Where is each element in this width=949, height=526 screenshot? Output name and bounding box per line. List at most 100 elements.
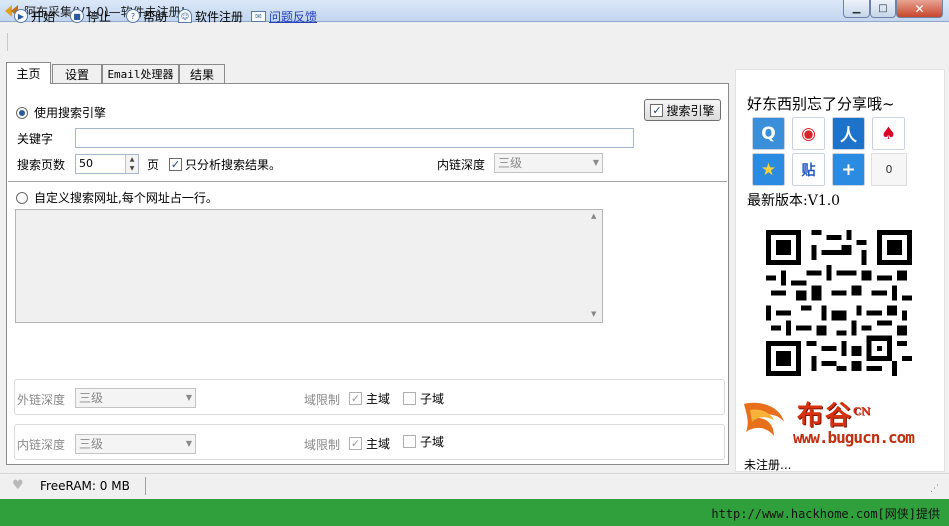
domain-limit-label-2: 域限制 [304,438,341,452]
logo-url[interactable]: www.bugucn.com [793,428,915,447]
outer-sub-domain-checkbox[interactable]: 子域 [403,390,444,407]
tab-main[interactable]: 主页 [6,62,51,84]
renren-icon[interactable]: 人 [832,117,865,150]
only-results-label: 只分析搜索结果。 [185,158,282,172]
inner-depth-label: 内链深度 [437,158,486,172]
spin-up-icon[interactable]: ▲ [130,156,135,163]
inner-sub-domain-checkbox[interactable]: 子域 [403,433,444,450]
maximize-button[interactable]: □ [870,0,896,18]
main-domain-label-2: 主域 [366,437,391,451]
radio-unselected-icon [16,191,28,204]
stop-button[interactable]: ■ 停止 [70,8,111,24]
logo-wordmark: 布谷CN [797,395,870,432]
checkbox-checked-icon: ✓ [650,103,664,117]
checkbox-checked-icon: ✓ [349,437,362,450]
checkbox-checked-icon: ✓ [169,158,182,171]
keyword-input[interactable] [75,128,634,148]
outer-depth-value: 三级 [79,391,104,405]
pages-label: 搜索页数 [17,158,66,172]
feedback-link[interactable]: ✉ 问题反馈 [251,8,317,24]
keyword-label: 关键字 [17,132,54,146]
tab-results[interactable]: 结果 [179,64,225,83]
checkbox-unchecked-icon [403,392,416,405]
inner-depth-value-2: 三级 [79,437,104,451]
sub-domain-label: 子域 [420,392,445,406]
chevron-down-icon: ▼ [592,158,599,167]
help-label: 帮助 [143,9,168,24]
close-icon: ✕ [914,1,925,16]
qr-code-icon [766,230,912,376]
share-count: 0 [871,153,907,186]
chevron-down-icon: ▼ [185,393,192,402]
chevron-down-icon: ▼ [185,439,192,448]
logo-name: 布谷 [797,401,854,431]
textarea-scrollbar[interactable]: ▲ ▼ [587,210,602,322]
custom-urls-textarea[interactable] [15,209,603,323]
scroll-up-icon[interactable]: ▲ [591,212,596,220]
radio-selected-icon [16,106,28,119]
minimize-button[interactable]: ▁ [843,0,870,18]
checkbox-checked-icon: ✓ [349,392,362,405]
help-icon: ? [126,9,140,23]
toolbar [0,27,949,57]
section-divider [8,181,727,182]
freeram-unit: MB [111,479,130,493]
cuckoo-logo-icon [744,402,784,436]
more-icon[interactable]: + [832,153,865,186]
toolbar-grip [7,33,8,51]
minimize-icon: ▁ [852,3,861,14]
scroll-down-icon[interactable]: ▼ [591,310,596,318]
outer-depth-label: 外链深度 [17,393,66,407]
inner-depth-label-2: 内链深度 [17,438,66,452]
spin-down-icon[interactable]: ▼ [130,165,135,172]
logo-sup: CN [853,406,871,418]
heart-icon: ♥ [12,478,24,493]
outer-depth-select[interactable]: 三级 ▼ [75,388,196,408]
only-results-checkbox[interactable]: ✓ 只分析搜索结果。 [169,156,281,173]
free-ram-readout: FreeRAM: 0 MB [40,479,130,493]
inner-main-domain-checkbox[interactable]: ✓ 主域 [349,435,390,452]
freeram-label: FreeRAM: [40,479,96,493]
register-icon: ☺ [178,9,192,23]
stop-label: 停止 [87,9,112,24]
feedback-label: 问题反馈 [269,9,318,24]
weibo-icon[interactable]: ◉ [792,117,825,150]
start-button[interactable]: ▶ 开始 [14,8,55,24]
freeram-value: 0 [99,479,108,493]
main-domain-label: 主域 [366,392,391,406]
unregistered-status: 未注册... [744,458,792,472]
start-label: 开始 [31,9,56,24]
favorite-icon[interactable]: ★ [752,153,785,186]
resize-grip-icon[interactable]: ⋰ [930,484,939,494]
status-bar [0,473,949,499]
pages-spinner[interactable]: ▲ ▼ [125,155,138,173]
tab-settings[interactable]: 设置 [52,64,102,83]
watermark-text: http://www.hackhome.com[网侠]提供 [711,507,940,521]
domain-limit-label: 域限制 [304,393,341,407]
register-label: 软件注册 [195,9,244,24]
custom-url-radio[interactable]: 自定义搜索网址,每个网址占一行。 [16,189,218,206]
mail-icon: ✉ [251,10,266,22]
tieba-icon[interactable]: 贴 [792,153,825,186]
page-unit-label: 页 [147,158,160,172]
inner-depth-select-2[interactable]: 三级 ▼ [75,434,196,454]
qzone-icon[interactable]: Q [752,117,785,150]
tab-email-processor[interactable]: Email处理器 [102,64,179,83]
outer-main-domain-checkbox[interactable]: ✓ 主域 [349,390,390,407]
inner-depth-select[interactable]: 三级 ▼ [494,153,603,173]
register-button[interactable]: ☺ 软件注册 [178,8,243,24]
inner-depth-value: 三级 [498,156,523,170]
share-title: 好东西别忘了分享哦~ [747,95,895,113]
close-button[interactable]: ✕ [896,0,943,18]
latest-version: 最新版本:V1.0 [747,193,841,209]
status-separator [145,477,146,495]
maximize-icon: □ [878,3,888,14]
search-engine-button[interactable]: ✓ 搜索引擎 [644,99,721,121]
checkbox-unchecked-icon [403,435,416,448]
help-button[interactable]: ? 帮助 [126,8,167,24]
use-engine-radio[interactable]: 使用搜索引擎 [16,104,106,121]
custom-url-label: 自定义搜索网址,每个网址占一行。 [34,191,218,205]
search-engine-button-label: 搜索引擎 [666,103,715,118]
tencent-weibo-icon[interactable]: ♠ [872,117,905,150]
use-engine-label: 使用搜索引擎 [34,106,107,120]
